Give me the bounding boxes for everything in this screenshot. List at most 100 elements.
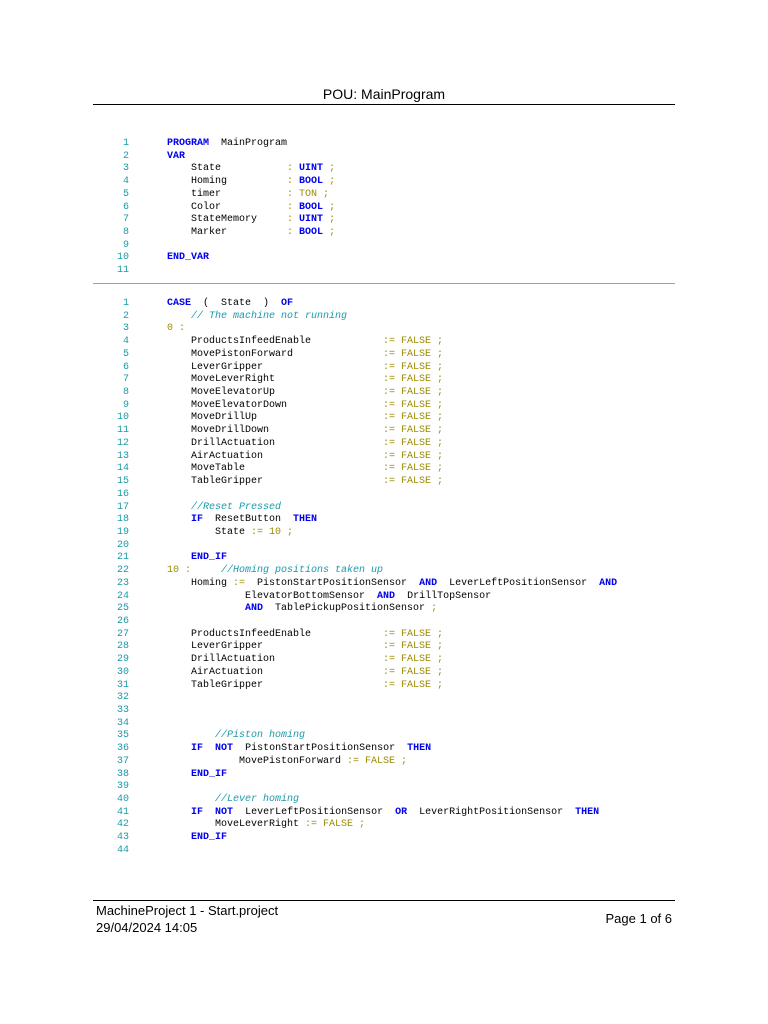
code-line: 42 MoveLeverRight := FALSE ; xyxy=(93,819,675,832)
code-line: 14 MoveTable := FALSE ; xyxy=(93,463,675,476)
literal-token: := FALSE ; xyxy=(383,641,444,653)
identifier-token: LeverGripper xyxy=(167,641,384,653)
code-line: 8 MoveElevatorUp := FALSE ; xyxy=(93,387,675,400)
keyword-token: END_VAR xyxy=(167,252,210,264)
keyword-token: BOOL xyxy=(299,227,324,239)
footer-info: MachineProject 1 - Start.project 29/04/2… xyxy=(96,902,278,936)
keyword-token: VAR xyxy=(167,150,186,162)
code-line: 33 xyxy=(93,705,675,718)
keyword-token: END_IF xyxy=(191,768,228,780)
identifier-token: MoveDrillUp xyxy=(167,412,384,424)
identifier-token: LeverLeftPositionSensor xyxy=(437,577,600,589)
identifier-token xyxy=(167,311,191,322)
line-number: 9 xyxy=(122,239,129,251)
identifier-token: PistonStartPositionSensor xyxy=(245,577,420,589)
literal-token: ; xyxy=(323,163,336,175)
code-line: 16 xyxy=(93,489,675,502)
code-line: 13 AirActuation := FALSE ; xyxy=(93,451,675,464)
code-line: 4 ProductsInfeedEnable := FALSE ; xyxy=(93,336,675,349)
code-text: MovePistonForward := FALSE ; xyxy=(167,756,407,769)
code-line: 5 timer : TON ; xyxy=(93,189,675,202)
keyword-token: NOT xyxy=(215,743,234,755)
code-line: 2 VAR xyxy=(93,151,675,164)
line-number: 40 xyxy=(116,794,129,806)
literal-token: ; xyxy=(323,176,336,188)
keyword-token: AND xyxy=(245,603,264,615)
code-text: TableGripper := FALSE ; xyxy=(167,680,443,693)
identifier-token xyxy=(167,730,215,741)
code-line: 22 10 : //Homing positions taken up xyxy=(93,565,675,578)
keyword-token: END_IF xyxy=(191,832,228,844)
literal-token: := FALSE ; xyxy=(383,679,444,691)
line-number: 43 xyxy=(116,832,129,844)
code-text: TableGripper := FALSE ; xyxy=(167,476,443,489)
code-line: 18 IF ResetButton THEN xyxy=(93,514,675,527)
keyword-token: IF xyxy=(191,743,204,755)
literal-token: := FALSE ; xyxy=(383,450,444,462)
identifier-token: MoveLeverRight xyxy=(167,374,384,386)
code-line: 32 xyxy=(93,692,675,705)
line-number: 32 xyxy=(116,692,129,704)
keyword-token: THEN xyxy=(407,743,432,755)
identifier-token xyxy=(167,603,245,614)
line-number: 6 xyxy=(122,201,129,213)
line-number: 20 xyxy=(116,539,129,551)
identifier-token: AirActuation xyxy=(167,666,384,678)
line-number: 3 xyxy=(122,323,129,335)
identifier-token xyxy=(167,502,191,513)
code-text: 10 : //Homing positions taken up xyxy=(167,565,383,578)
keyword-token: END_IF xyxy=(191,552,228,564)
literal-token: := FALSE ; xyxy=(383,425,444,437)
code-line: 11 xyxy=(93,265,675,278)
code-text: IF NOT LeverLeftPositionSensor OR LeverR… xyxy=(167,807,599,820)
code-text: ProductsInfeedEnable := FALSE ; xyxy=(167,629,443,642)
identifier-token: timer xyxy=(167,188,288,200)
line-number: 4 xyxy=(122,176,129,188)
code-line: 19 State := 10 ; xyxy=(93,527,675,540)
line-number: 5 xyxy=(122,188,129,200)
keyword-token: BOOL xyxy=(299,176,324,188)
identifier-token: LeverGripper xyxy=(167,361,384,373)
identifier-token: TablePickupPositionSensor xyxy=(263,603,432,615)
line-number: 1 xyxy=(122,298,129,309)
identifier-token: Homing xyxy=(167,176,288,188)
line-number: 28 xyxy=(116,641,129,653)
code-line: 43 END_IF xyxy=(93,832,675,845)
code-line: 11 MoveDrillDown := FALSE ; xyxy=(93,425,675,438)
line-number: 3 xyxy=(122,163,129,175)
code-text: State := 10 ; xyxy=(167,527,293,540)
literal-token: := FALSE ; xyxy=(383,336,444,348)
code-text: //Lever homing xyxy=(167,794,299,807)
literal-token: : xyxy=(287,201,300,213)
line-number: 36 xyxy=(116,743,129,755)
identifier-token xyxy=(167,832,191,843)
print-datetime: 29/04/2024 14:05 xyxy=(96,920,198,935)
line-number: 30 xyxy=(116,666,129,678)
literal-token: 0 : xyxy=(167,323,186,335)
line-number: 24 xyxy=(116,590,129,602)
identifier-token xyxy=(167,794,215,805)
code-text: PROGRAM MainProgram xyxy=(167,138,287,151)
line-number: 2 xyxy=(122,150,129,162)
identifier-token: MoveLeverRight xyxy=(167,819,306,831)
code-line: 35 //Piston homing xyxy=(93,730,675,743)
literal-token: := FALSE ; xyxy=(347,755,408,767)
identifier-token: ProductsInfeedEnable xyxy=(167,628,384,640)
identifier-token: ( State ) xyxy=(191,298,282,309)
code-line: 20 xyxy=(93,540,675,553)
keyword-token: IF xyxy=(191,806,204,818)
code-line: 26 xyxy=(93,616,675,629)
identifier-token: TableGripper xyxy=(167,679,384,691)
literal-token: : xyxy=(287,163,300,175)
code-text: MovePistonForward := FALSE ; xyxy=(167,349,443,362)
identifier-token: DrillActuation xyxy=(167,437,384,449)
identifier-token xyxy=(203,807,215,818)
line-number: 11 xyxy=(116,425,129,437)
literal-token: := FALSE ; xyxy=(383,348,444,360)
line-number: 41 xyxy=(116,806,129,818)
code-text: END_IF xyxy=(167,769,227,782)
line-number: 29 xyxy=(116,654,129,666)
identifier-token: DrillActuation xyxy=(167,654,384,666)
code-line: 28 LeverGripper := FALSE ; xyxy=(93,641,675,654)
line-number: 17 xyxy=(116,501,129,513)
